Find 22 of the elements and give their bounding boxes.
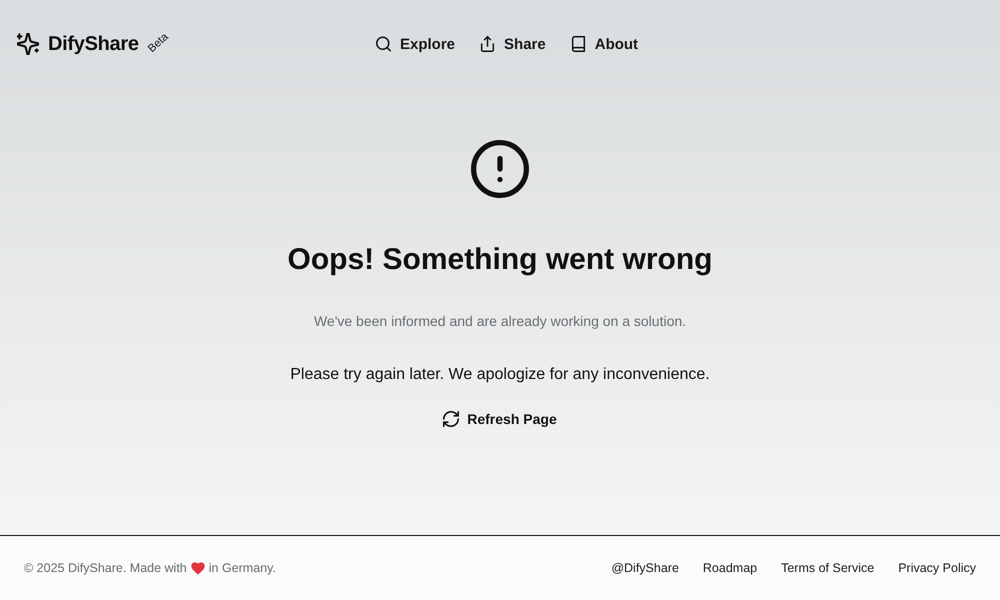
upload-icon [480, 36, 496, 52]
error-message: We've been informed and are already working on a solution. [314, 312, 686, 331]
copyright-text: in Germany. [208, 561, 276, 575]
sparkles-icon [17, 33, 39, 55]
beta-label: Beta [146, 30, 170, 56]
search-icon [376, 36, 391, 52]
error-detail: Please try again later. We apologize for any inconvenience. [290, 365, 710, 385]
book-icon [570, 36, 586, 52]
nav-link[interactable]: About [570, 36, 638, 52]
heart-icon [190, 562, 205, 574]
error-title: Oops! Something went wrong [288, 242, 712, 278]
refresh-icon [443, 411, 460, 427]
refresh-button[interactable]: Refresh Page [443, 409, 557, 429]
copyright-text: © 2025 DifyShare. Made with [24, 561, 187, 575]
footer-link[interactable]: @DifyShare [611, 561, 679, 575]
footer-link[interactable]: Privacy Policy [898, 561, 976, 575]
logo-link[interactable]: DifyShare [48, 32, 139, 56]
nav-link[interactable]: Explore [376, 36, 456, 52]
alert-circle-icon [471, 140, 529, 198]
footer-link[interactable]: Roadmap [702, 561, 758, 575]
footer-link[interactable]: Terms of Service [781, 561, 874, 575]
nav-link[interactable]: Share [480, 36, 546, 52]
